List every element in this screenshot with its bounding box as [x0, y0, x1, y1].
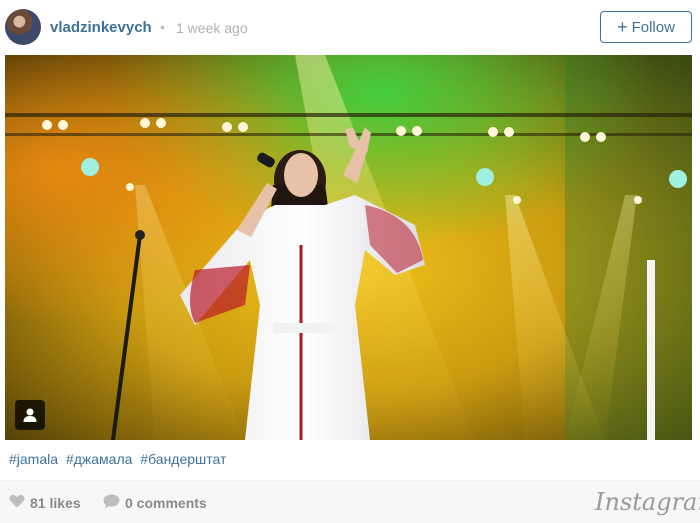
follow-button[interactable]: + Follow [600, 11, 692, 43]
hashtag-link[interactable]: #бандерштат [140, 451, 226, 467]
comments-count[interactable]: 0 comments [103, 494, 207, 512]
instagram-logo[interactable]: Instagram [595, 488, 700, 516]
likes-count[interactable]: 81 likes [9, 494, 81, 511]
comments-label: 0 comments [125, 495, 207, 511]
username-link[interactable]: vladzinkevych [50, 19, 152, 36]
plus-icon: + [617, 17, 628, 37]
post-timestamp[interactable]: 1 week ago [176, 20, 248, 36]
comment-bubble-icon [103, 494, 120, 512]
heart-icon [9, 494, 25, 511]
post-header: vladzinkevych • 1 week ago + Follow [0, 0, 700, 55]
likes-label: 81 likes [30, 494, 81, 511]
avatar[interactable] [5, 9, 41, 45]
hashtag-link[interactable]: #jamala [9, 451, 58, 467]
post-photo[interactable] [5, 55, 692, 440]
follow-button-label: Follow [631, 18, 675, 36]
person-tag-icon[interactable] [15, 400, 45, 430]
hashtag-link[interactable]: #джамала [66, 451, 132, 467]
post-caption: #jamala #джамала #бандерштат [9, 451, 230, 467]
concert-photo-image [5, 55, 692, 440]
post-footer: 81 likes 0 comments Instagram [0, 480, 700, 523]
separator-dot: • [160, 19, 165, 35]
